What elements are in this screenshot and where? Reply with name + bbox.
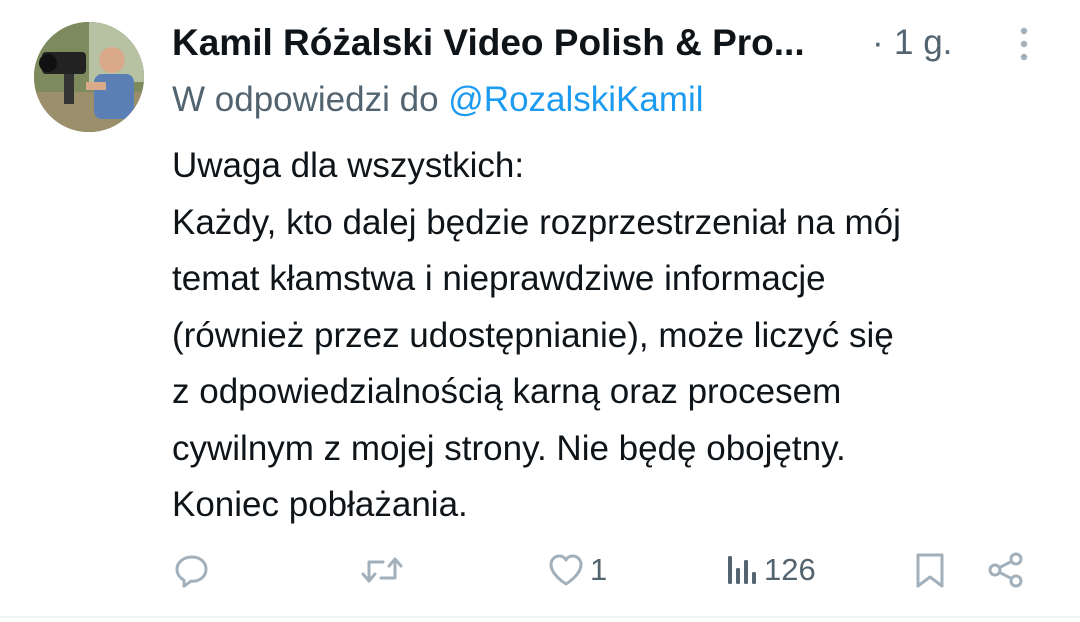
divider bbox=[0, 616, 1080, 618]
tweet-text-line: Koniec pobłażania. bbox=[172, 485, 468, 524]
bookmark-button[interactable] bbox=[910, 548, 950, 592]
more-vertical-icon[interactable] bbox=[1006, 22, 1042, 66]
tweet-text-line: (również przez udostępnianie), może licz… bbox=[172, 315, 894, 355]
timestamp[interactable]: 1 g. bbox=[894, 18, 952, 68]
views-count: 126 bbox=[764, 552, 816, 587]
reply-button[interactable] bbox=[172, 548, 212, 592]
author-name[interactable]: Kamil Różalski Video Polish & Pro... bbox=[172, 18, 805, 68]
action-bar: 1 126 bbox=[0, 540, 1080, 600]
reply-context: W odpowiedzi do @RozalskiKamil bbox=[172, 76, 704, 124]
tweet-text-line: z odpowiedzialnością karną oraz procesem bbox=[172, 372, 842, 411]
heart-icon bbox=[546, 550, 586, 590]
like-count: 1 bbox=[590, 552, 608, 587]
like-button[interactable]: 1 bbox=[546, 548, 607, 592]
bookmark-icon bbox=[910, 550, 950, 590]
views-button[interactable]: 126 bbox=[726, 548, 816, 592]
tweet: Kamil Różalski Video Polish & Pro... · 1… bbox=[0, 0, 1080, 622]
separator-dot: · bbox=[872, 23, 884, 62]
tweet-text-line: cywilnym z mojej strony. Nie będę obojęt… bbox=[172, 428, 846, 468]
tweet-text-line: Każdy, kto dalej będzie rozprzestrzeniał… bbox=[172, 202, 901, 242]
reply-mention-link[interactable]: @RozalskiKamil bbox=[448, 80, 703, 119]
reply-prefix: W odpowiedzi do bbox=[172, 80, 449, 119]
tweet-text: Uwaga dla wszystkich: Każdy, kto dalej b… bbox=[172, 138, 1062, 534]
views-bar-chart-icon bbox=[726, 550, 760, 590]
tweet-header: Kamil Różalski Video Polish & Pro... · 1… bbox=[172, 18, 1032, 68]
retweet-icon bbox=[360, 550, 404, 590]
share-icon bbox=[986, 550, 1026, 590]
tweet-text-line: temat kłamstwa i nieprawdziwe informacje bbox=[172, 259, 826, 298]
avatar[interactable] bbox=[34, 22, 144, 132]
retweet-button[interactable] bbox=[360, 548, 404, 592]
reply-icon bbox=[172, 550, 212, 590]
share-button[interactable] bbox=[986, 548, 1026, 592]
tweet-text-line: Uwaga dla wszystkich: bbox=[172, 146, 525, 185]
